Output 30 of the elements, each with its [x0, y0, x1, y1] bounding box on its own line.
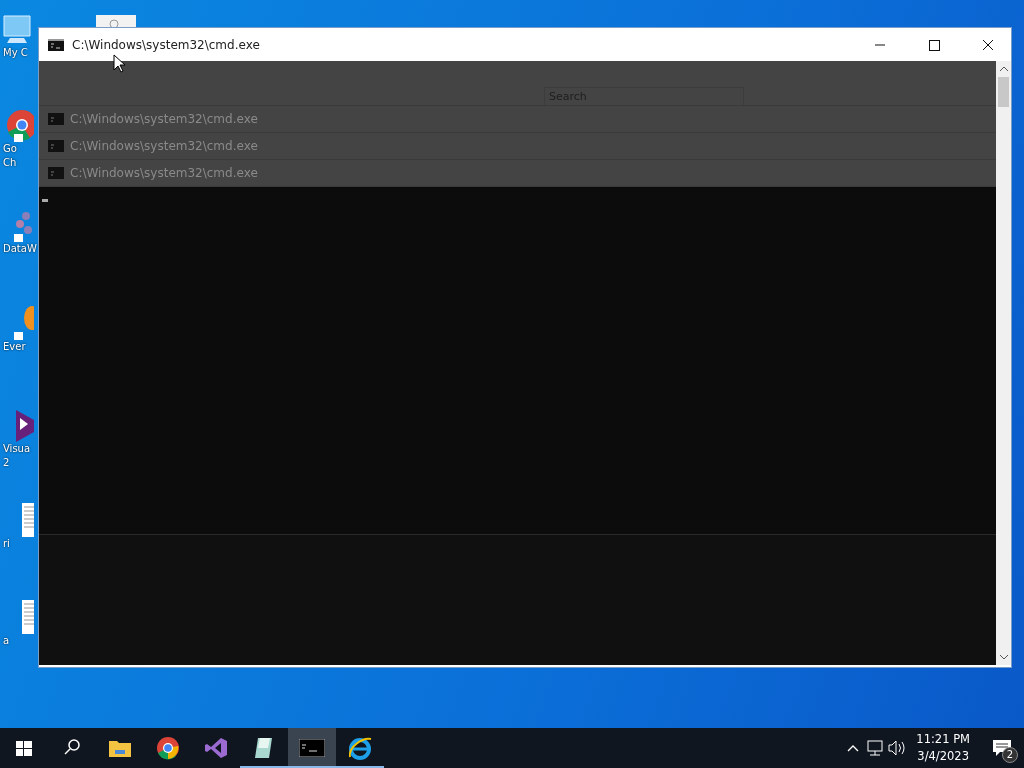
icon-label: ri	[2, 537, 10, 551]
clock-date[interactable]: 3/4/2023	[917, 748, 969, 765]
visual-studio-icon	[204, 736, 228, 760]
icon-label: DataW	[2, 242, 37, 256]
window-title: C:\Windows\system32\cmd.exe	[72, 37, 260, 52]
computer-icon[interactable]	[0, 12, 34, 46]
icon-label: Ever	[2, 340, 26, 354]
console-icon	[48, 113, 64, 125]
scroll-thumb[interactable]	[998, 77, 1009, 107]
icon-label: Go	[2, 142, 17, 156]
taskbar-app[interactable]	[288, 728, 336, 768]
icon-label: Visua	[2, 442, 31, 456]
icon-label: Ch	[2, 156, 17, 170]
icon-label: 2	[2, 456, 10, 470]
console-icon	[48, 38, 64, 51]
chrome-icon	[156, 736, 180, 760]
icon-label: My C	[2, 46, 28, 60]
clock-time[interactable]: 11:21 PM	[916, 731, 970, 748]
icon-label: a	[2, 634, 10, 648]
console-icon	[48, 140, 64, 152]
browser-icon	[347, 735, 373, 761]
notification-count: 2	[1002, 747, 1018, 763]
console-icon	[48, 167, 64, 179]
window-title: C:\Windows\system32\cmd.exe	[70, 166, 258, 180]
window-title: C:\Windows\system32\cmd.exe	[70, 139, 258, 153]
scrollbar[interactable]	[996, 61, 1011, 665]
folder-icon	[108, 738, 132, 758]
text-cursor	[42, 199, 48, 202]
console-icon	[299, 739, 325, 757]
window-title: C:\Windows\system32\cmd.exe	[70, 112, 258, 126]
